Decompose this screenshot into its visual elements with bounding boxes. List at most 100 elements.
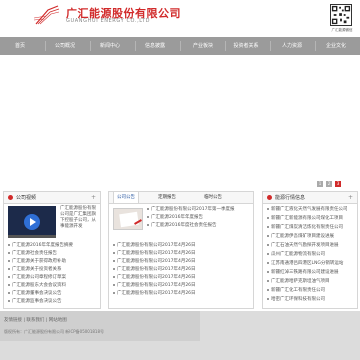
bullet-icon bbox=[113, 243, 115, 246]
bullet-icon bbox=[8, 251, 10, 254]
bullet-icon bbox=[147, 207, 149, 210]
video-player[interactable] bbox=[8, 206, 56, 238]
panel-title: 能源行情信息 bbox=[275, 195, 306, 201]
bullet-icon bbox=[267, 288, 269, 291]
video-icon bbox=[8, 195, 13, 200]
bullet-icon bbox=[113, 259, 115, 262]
bullet-icon bbox=[267, 243, 269, 246]
bullet-icon bbox=[267, 297, 269, 300]
nav-item-industry[interactable]: 产业板块 bbox=[183, 37, 223, 55]
banner-dot[interactable]: 1 bbox=[317, 181, 323, 187]
more-link[interactable]: + bbox=[91, 194, 96, 201]
nav-item-hr[interactable]: 人力资源 bbox=[272, 37, 312, 55]
bullet-icon bbox=[8, 283, 10, 286]
list-item[interactable]: 江苏南通港吕四港区LNG分销转运站 bbox=[267, 260, 355, 266]
list-item[interactable]: 广汇能源董事会决议公告 bbox=[8, 290, 98, 296]
bullet-icon bbox=[267, 270, 269, 273]
bullet-icon bbox=[8, 299, 10, 302]
list-item[interactable]: 广汇能源股份有限公司2017年4月26日 bbox=[113, 258, 251, 264]
company-intro: 广汇能源股份有限公司是广汇集团旗下控股子公司，从事能源开发 bbox=[60, 206, 96, 229]
play-icon bbox=[30, 218, 36, 226]
more-link[interactable]: + bbox=[348, 194, 353, 201]
nav-item-culture[interactable]: 企业文化 bbox=[316, 37, 356, 55]
tab-periodic-reports[interactable]: 定期报告 bbox=[155, 192, 179, 203]
list-item[interactable]: 广汇能源股份有限公司2017年4月26日 bbox=[113, 274, 251, 280]
list-item[interactable]: 广汇能源2016年年度报告摘要 bbox=[8, 242, 98, 248]
tab-announcements[interactable]: 公司公告 bbox=[113, 192, 139, 203]
bullet-icon bbox=[8, 291, 10, 294]
nav-item-news[interactable]: 新闻中心 bbox=[90, 37, 130, 55]
list-item[interactable]: 瓜州广汇能源物流有限公司 bbox=[267, 251, 355, 257]
bullet-icon bbox=[267, 279, 269, 282]
list-item[interactable]: 广汇能源社会责任报告 bbox=[8, 250, 98, 256]
bullet-icon bbox=[113, 291, 115, 294]
bullet-icon bbox=[267, 225, 269, 228]
list-item[interactable]: 广汇能源股份有限公司2017年4月26日 bbox=[113, 250, 251, 256]
list-item[interactable]: 新疆广汇新能源有限公司煤化工项目 bbox=[267, 215, 355, 221]
tab-interim-notices[interactable]: 临时公告 bbox=[201, 192, 225, 203]
list-item[interactable]: 广汇能源股份有限公司2017年4月26日 bbox=[113, 266, 251, 272]
panel-header: 能源行情信息 + bbox=[263, 192, 357, 204]
bullet-icon bbox=[267, 252, 269, 255]
list-item[interactable]: 新疆广汇煤炭清洁炼化有限责任公司 bbox=[267, 224, 355, 230]
announcements-panel: 公司公告 定期报告 临时公告 广汇能源股份有限公司2017年第一季度报 广汇能源… bbox=[108, 191, 254, 309]
wechat-qr-code-icon bbox=[330, 4, 352, 26]
footer-link-contact[interactable]: 联系我们 bbox=[26, 318, 44, 323]
nav-item-disclosure[interactable]: 信息披露 bbox=[135, 37, 175, 55]
bullet-icon bbox=[8, 275, 10, 278]
bullet-icon bbox=[8, 243, 10, 246]
list-item[interactable]: 新疆广汇液化天然气发展有限责任公司 bbox=[267, 206, 355, 212]
list-item[interactable]: 广汇能源伊吾煤矿项目建设进展 bbox=[267, 233, 355, 239]
list-item[interactable]: 广汇能源公司章程修订草案 bbox=[8, 274, 98, 280]
bullet-icon bbox=[113, 283, 115, 286]
banner-dot[interactable]: 2 bbox=[326, 181, 332, 187]
bullet-icon bbox=[267, 234, 269, 237]
qr-caption: 广汇能源微信 bbox=[331, 28, 353, 32]
footer-link-sitemap[interactable]: 网站地图 bbox=[49, 318, 67, 323]
list-item[interactable]: 哈密广汇环保科技有限公司 bbox=[267, 296, 355, 302]
copyright-text: 版权所有：广汇能源股份有限公司 新ICP备05001818号 bbox=[4, 329, 105, 334]
main-nav: 首页 公司概况 新闻中心 信息披露 产业板块 投资者关系 人力资源 企业文化 bbox=[0, 37, 360, 55]
list-item[interactable]: 广汇能源股份有限公司2017年4月26日 bbox=[113, 282, 251, 288]
bullet-icon bbox=[113, 275, 115, 278]
footer-link-friends[interactable]: 友情链接 bbox=[4, 318, 22, 323]
nav-divider bbox=[180, 41, 181, 51]
video-controls[interactable] bbox=[8, 235, 56, 238]
bullet-icon bbox=[267, 207, 269, 210]
list-item[interactable]: 广汇能源股份有限公司2017年4月26日 bbox=[113, 242, 251, 248]
panel-title: 公司视频 bbox=[16, 195, 37, 201]
bullet-icon bbox=[267, 261, 269, 264]
report-thumbnail[interactable] bbox=[113, 208, 143, 230]
bullet-icon bbox=[8, 267, 10, 270]
footer-links: 友情链接 | 联系我们 | 网站地图 bbox=[4, 317, 67, 323]
company-name-en: GUANGHUI ENERGY CO.,LTD bbox=[66, 18, 151, 24]
featured-item[interactable]: 广汇能源2016年年度报告 bbox=[147, 214, 251, 220]
list-item[interactable]: 广汇能源股东大会会议资料 bbox=[8, 282, 98, 288]
list-item[interactable]: 广汇能源关于获得政府补助 bbox=[8, 258, 98, 264]
list-item[interactable]: 广汇能源哈萨克斯坦油气项目 bbox=[267, 278, 355, 284]
nav-item-about[interactable]: 公司概况 bbox=[45, 37, 85, 55]
bullet-icon bbox=[113, 267, 115, 270]
hero-banner[interactable] bbox=[0, 55, 360, 190]
list-item[interactable]: 广汇能源关于投资者关系 bbox=[8, 266, 98, 272]
list-item[interactable]: 新疆广汇化工有限责任公司 bbox=[267, 287, 355, 293]
video-panel: 公司视频 + 广汇能源股份有限公司是广汇集团旗下控股子公司，从事能源开发 广汇能… bbox=[3, 191, 101, 309]
banner-dot-active[interactable]: 3 bbox=[335, 181, 341, 187]
nav-divider bbox=[270, 41, 271, 51]
featured-item[interactable]: 广汇能源股份有限公司2017年第一季度报 bbox=[147, 206, 251, 212]
list-item[interactable]: 广汇能源股份有限公司2017年4月26日 bbox=[113, 290, 251, 296]
bullet-icon bbox=[113, 251, 115, 254]
document-icon bbox=[119, 211, 139, 228]
site-header: 广汇能源股份有限公司 GUANGHUI ENERGY CO.,LTD 广汇能源微… bbox=[0, 0, 360, 37]
list-item[interactable]: 新疆红淖三铁路有限公司建设进展 bbox=[267, 269, 355, 275]
info-icon bbox=[267, 195, 272, 200]
footer-strip bbox=[0, 311, 200, 341]
panel-header: 公司视频 + bbox=[4, 192, 100, 204]
featured-item[interactable]: 广汇能源2016年度社会责任报告 bbox=[147, 222, 251, 228]
company-logo-icon[interactable] bbox=[34, 4, 60, 26]
nav-item-home[interactable]: 首页 bbox=[0, 37, 40, 55]
bullet-icon bbox=[267, 216, 269, 219]
nav-item-investors[interactable]: 投资者关系 bbox=[226, 37, 266, 55]
list-item[interactable]: 广汇石油天然气勘探开发项目进展 bbox=[267, 242, 355, 248]
list-item[interactable]: 广汇能源监事会决议公告 bbox=[8, 298, 98, 304]
